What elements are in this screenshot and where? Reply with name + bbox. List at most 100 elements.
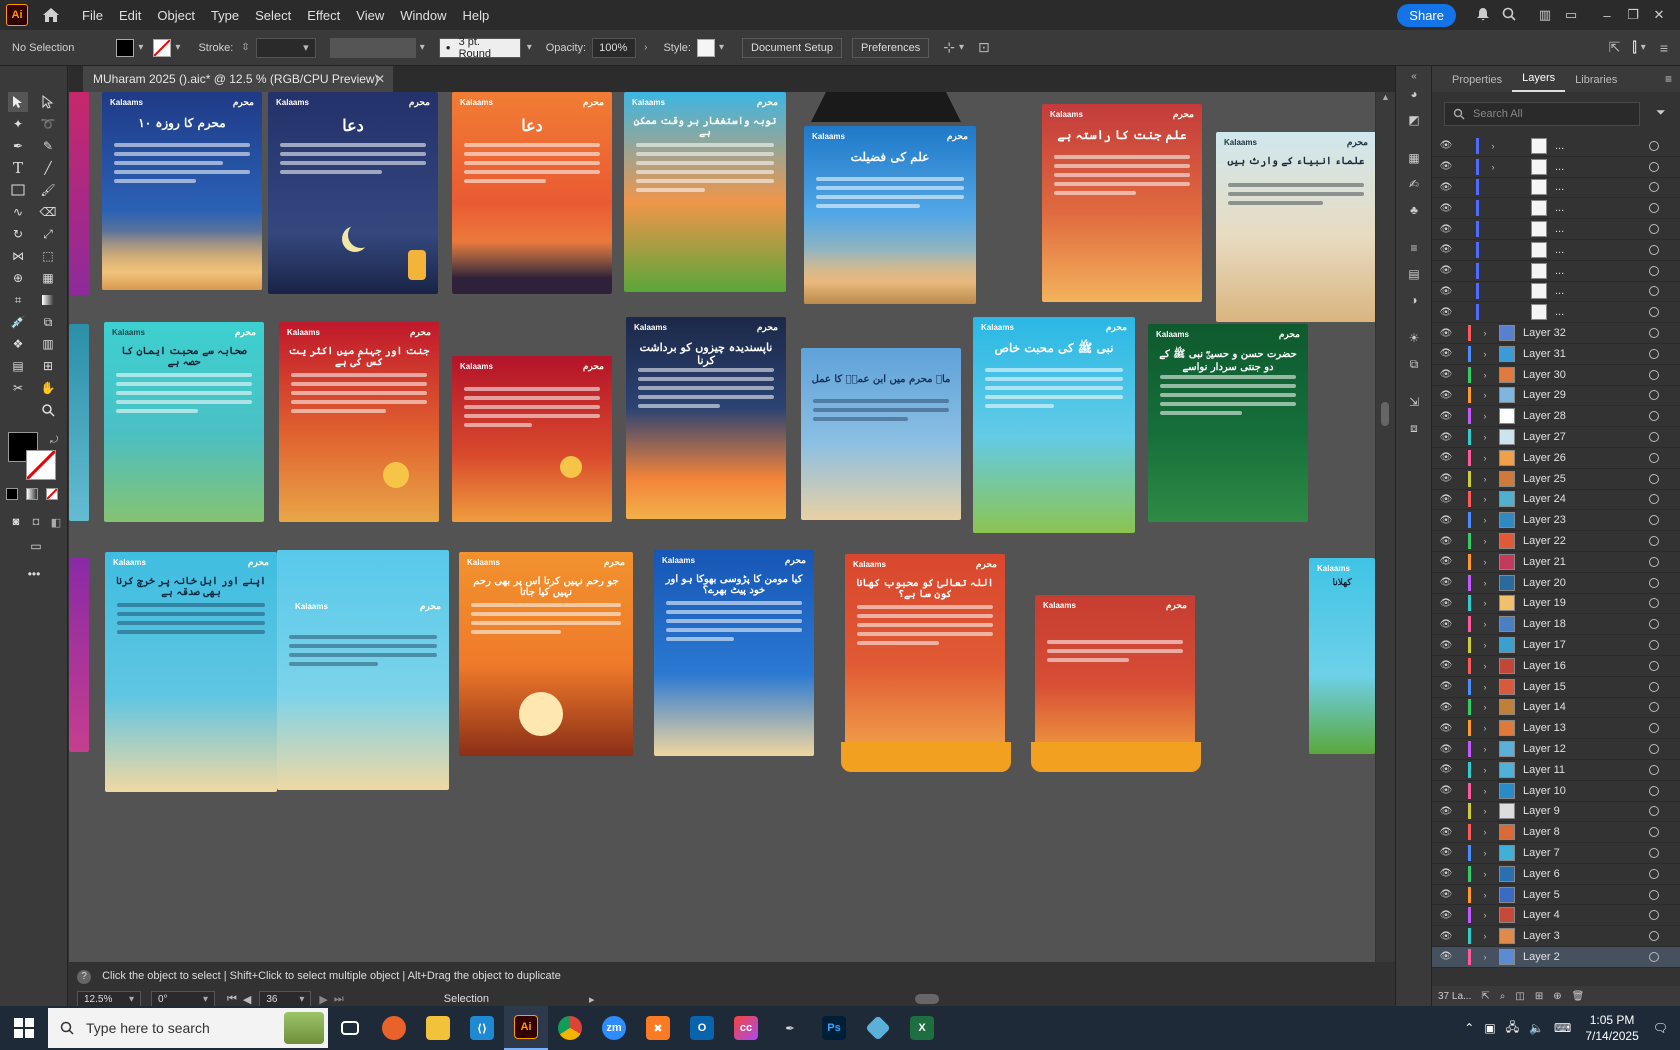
panel-mode-dropdown-icon[interactable]: ▾ bbox=[1641, 42, 1646, 53]
keyboard-icon[interactable]: ⌨ bbox=[1554, 1021, 1571, 1035]
expand-chevron-icon[interactable]: › bbox=[1477, 702, 1493, 712]
direct-selection-tool-icon[interactable] bbox=[38, 92, 58, 112]
first-artboard-icon[interactable]: ⏮ bbox=[227, 993, 237, 1006]
target-circle-icon[interactable] bbox=[1649, 910, 1659, 921]
expand-chevron-icon[interactable]: › bbox=[1477, 910, 1493, 920]
target-circle-icon[interactable] bbox=[1649, 723, 1659, 734]
target-circle-icon[interactable] bbox=[1649, 931, 1659, 942]
eraser-tool-icon[interactable]: ⌫ bbox=[38, 202, 58, 222]
document-setup-button[interactable]: Document Setup bbox=[742, 37, 842, 58]
mesh-tool-icon[interactable]: ⌗ bbox=[8, 290, 28, 310]
more-tools-icon[interactable]: ••• bbox=[24, 564, 44, 584]
layer-row[interactable]: 👁 › Layer 23 bbox=[1432, 510, 1680, 532]
expand-chevron-icon[interactable]: › bbox=[1477, 848, 1493, 858]
sublayer-row[interactable]: 👁... bbox=[1432, 198, 1680, 220]
last-artboard-icon[interactable]: ⏭ bbox=[334, 993, 344, 1006]
expand-chevron-icon[interactable]: › bbox=[1477, 453, 1493, 463]
stroke-color-swatch[interactable] bbox=[26, 450, 56, 480]
target-circle-icon[interactable] bbox=[1649, 161, 1659, 172]
blend-tool-icon[interactable]: ⧉ bbox=[38, 312, 58, 332]
visibility-eye-icon[interactable]: 👁 bbox=[1432, 931, 1460, 942]
gradient-panel-icon[interactable]: ▤ bbox=[1404, 264, 1424, 284]
expand-chevron-icon[interactable]: › bbox=[1477, 661, 1493, 671]
app-diamond-icon[interactable] bbox=[856, 1006, 900, 1050]
artboard-poster[interactable]: Kalaams محرم اللہ تعالیٰ کو محبوب کھانا … bbox=[845, 554, 1005, 754]
visibility-eye-icon[interactable]: 👁 bbox=[1432, 847, 1460, 858]
visibility-eye-icon[interactable]: 👁 bbox=[1432, 619, 1460, 630]
visibility-eye-icon[interactable]: 👁 bbox=[1432, 889, 1460, 900]
artboard-poster[interactable]: Kalaams محرم ناپسندیدہ چیزوں کو برداشت ک… bbox=[626, 317, 786, 519]
illustrator-taskbar-icon[interactable]: Ai bbox=[504, 1006, 548, 1050]
paintbrush-tool-icon[interactable]: 🖌 bbox=[38, 180, 58, 200]
menu-view[interactable]: View bbox=[356, 8, 384, 23]
expand-chevron-icon[interactable]: › bbox=[1477, 432, 1493, 442]
sublayer-row[interactable]: 👁... bbox=[1432, 219, 1680, 240]
expand-chevron-icon[interactable]: › bbox=[1477, 494, 1493, 504]
hand-tool-icon[interactable]: ✋ bbox=[38, 378, 58, 398]
zoom-app-icon[interactable]: zm bbox=[592, 1006, 636, 1050]
excel-icon[interactable]: X bbox=[900, 1006, 944, 1050]
shaper-tool-icon[interactable]: ∿ bbox=[8, 202, 28, 222]
artboard-poster[interactable] bbox=[69, 92, 89, 295]
target-circle-icon[interactable] bbox=[1649, 182, 1659, 193]
visibility-eye-icon[interactable]: 👁 bbox=[1432, 244, 1460, 255]
expand-chevron-icon[interactable]: › bbox=[1485, 141, 1501, 151]
expand-chevron-icon[interactable]: › bbox=[1477, 890, 1493, 900]
selection-tool-icon[interactable] bbox=[8, 92, 28, 112]
document-tab[interactable]: MUharam 2025 ().aic* @ 12.5 % (RGB/CPU P… bbox=[83, 66, 393, 92]
artboard-poster[interactable]: Kalaams محرم کیا مومن کا پڑوسی بھوکا ہو … bbox=[654, 550, 814, 756]
layer-row[interactable]: 👁 › Layer 3 bbox=[1432, 926, 1680, 948]
target-circle-icon[interactable] bbox=[1649, 390, 1659, 401]
layer-row[interactable]: 👁 › Layer 6 bbox=[1432, 864, 1680, 885]
expand-chevron-icon[interactable]: › bbox=[1477, 349, 1493, 359]
expand-chevron-icon[interactable]: › bbox=[1477, 536, 1493, 546]
expand-chevron-icon[interactable]: › bbox=[1477, 827, 1493, 837]
tray-chevron-icon[interactable]: ⌃ bbox=[1464, 1021, 1474, 1035]
artboard-poster[interactable]: Kalaams محرم ۱۰ محرم کا روزہ bbox=[102, 92, 262, 290]
artboard-poster[interactable]: Kalaams محرم علم کی فضیلت bbox=[804, 126, 976, 304]
tab-layers[interactable]: Layers bbox=[1512, 66, 1566, 92]
stroke-dropdown-icon[interactable]: ▾ bbox=[175, 42, 180, 53]
layer-row[interactable]: 👁 › Layer 25 bbox=[1432, 469, 1680, 490]
target-circle-icon[interactable] bbox=[1649, 369, 1659, 380]
visibility-eye-icon[interactable]: 👁 bbox=[1432, 161, 1460, 172]
visibility-eye-icon[interactable]: 👁 bbox=[1432, 785, 1460, 796]
target-circle-icon[interactable] bbox=[1649, 702, 1659, 713]
zoom-field[interactable]: 12.5% ▾ bbox=[77, 991, 141, 1007]
target-circle-icon[interactable] bbox=[1649, 286, 1659, 297]
visibility-eye-icon[interactable]: 👁 bbox=[1432, 660, 1460, 671]
visibility-eye-icon[interactable]: 👁 bbox=[1432, 286, 1460, 297]
layer-row[interactable]: 👁 › Layer 4 bbox=[1432, 905, 1680, 927]
layer-row[interactable]: 👁 › Layer 22 bbox=[1432, 531, 1680, 552]
layer-row[interactable]: 👁 › Layer 10 bbox=[1432, 781, 1680, 802]
pen-app-icon[interactable]: ✒ bbox=[768, 1006, 812, 1050]
layer-row[interactable]: 👁 › Layer 19 bbox=[1432, 594, 1680, 615]
target-circle-icon[interactable] bbox=[1649, 265, 1659, 276]
artboard-poster[interactable]: Kalaams محرم حضرت حسن و حسینؓ نبی ﷺ کے د… bbox=[1148, 324, 1308, 522]
target-circle-icon[interactable] bbox=[1649, 827, 1659, 838]
target-circle-icon[interactable] bbox=[1649, 515, 1659, 526]
task-view-icon[interactable] bbox=[328, 1006, 372, 1050]
layer-row[interactable]: 👁 › Layer 12 bbox=[1432, 739, 1680, 760]
sublayer-row[interactable]: 👁... bbox=[1432, 302, 1680, 324]
artboard-canvas[interactable]: Kalaams محرم ۱۰ محرم کا روزہ Kalaams محر… bbox=[69, 92, 1375, 962]
expand-chevron-icon[interactable]: › bbox=[1477, 765, 1493, 775]
expand-chevron-icon[interactable]: › bbox=[1477, 411, 1493, 421]
delete-layer-icon[interactable]: 🗑 bbox=[1572, 991, 1585, 1002]
target-circle-icon[interactable] bbox=[1649, 785, 1659, 796]
expand-chevron-icon[interactable]: › bbox=[1477, 786, 1493, 796]
sublayer-row[interactable]: 👁... bbox=[1432, 240, 1680, 261]
menu-window[interactable]: Window bbox=[400, 8, 446, 23]
tab-libraries[interactable]: Libraries bbox=[1565, 68, 1627, 92]
draw-inside-icon[interactable]: ◧ bbox=[46, 512, 66, 532]
scroll-thumb[interactable] bbox=[1381, 402, 1389, 426]
layer-row[interactable]: 👁 › Layer 18 bbox=[1432, 614, 1680, 636]
layer-row[interactable]: 👁 › Layer 27 bbox=[1432, 427, 1680, 448]
rotation-field[interactable]: 0° ▾ bbox=[151, 991, 215, 1007]
expand-chevron-icon[interactable]: › bbox=[1477, 328, 1493, 338]
scale-tool-icon[interactable]: ⤢ bbox=[38, 224, 58, 244]
menu-edit[interactable]: Edit bbox=[119, 8, 141, 23]
export-layers-icon[interactable]: ⇱ bbox=[1481, 991, 1489, 1002]
visibility-eye-icon[interactable]: 👁 bbox=[1432, 723, 1460, 734]
expand-chevron-icon[interactable]: › bbox=[1477, 931, 1493, 941]
